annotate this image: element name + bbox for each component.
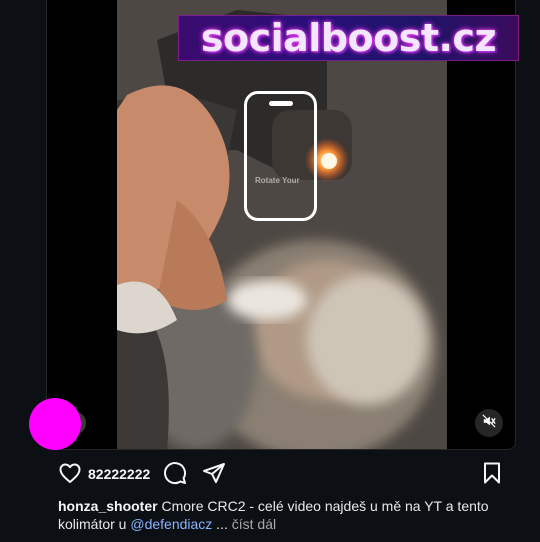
caption-ellipsis: ... bbox=[212, 516, 228, 532]
post-caption: honza_shooter Cmore CRC2 - celé video na… bbox=[58, 497, 508, 533]
heart-icon bbox=[58, 461, 82, 490]
caption-username[interactable]: honza_shooter bbox=[58, 498, 158, 514]
caption-mention-link[interactable]: @defendiacz bbox=[130, 516, 212, 532]
share-icon bbox=[202, 461, 226, 490]
post-action-bar: 82222222 bbox=[58, 461, 504, 487]
share-button[interactable] bbox=[202, 461, 226, 490]
rotate-device-overlay: Rotate Your bbox=[244, 91, 317, 221]
socialboost-watermark-banner: socialboost.cz bbox=[178, 15, 519, 61]
like-count[interactable]: 82222222 bbox=[88, 466, 150, 482]
post-media-frame bbox=[46, 0, 516, 450]
video-frame-image bbox=[117, 0, 447, 449]
bookmark-icon bbox=[480, 461, 504, 490]
rotate-hint-text: Rotate Your bbox=[255, 176, 300, 185]
banner-logo-text: socialboost.cz bbox=[200, 16, 497, 60]
avatar[interactable] bbox=[29, 398, 81, 450]
like-button[interactable] bbox=[58, 461, 82, 490]
read-more-link[interactable]: číst dál bbox=[232, 516, 276, 532]
save-button[interactable] bbox=[480, 461, 504, 490]
comment-button[interactable] bbox=[163, 461, 187, 490]
speaker-muted-icon bbox=[482, 413, 496, 433]
mute-toggle-button[interactable] bbox=[475, 409, 503, 437]
phone-speaker-icon bbox=[269, 101, 293, 106]
comment-icon bbox=[163, 461, 187, 490]
video-player[interactable] bbox=[117, 0, 447, 449]
